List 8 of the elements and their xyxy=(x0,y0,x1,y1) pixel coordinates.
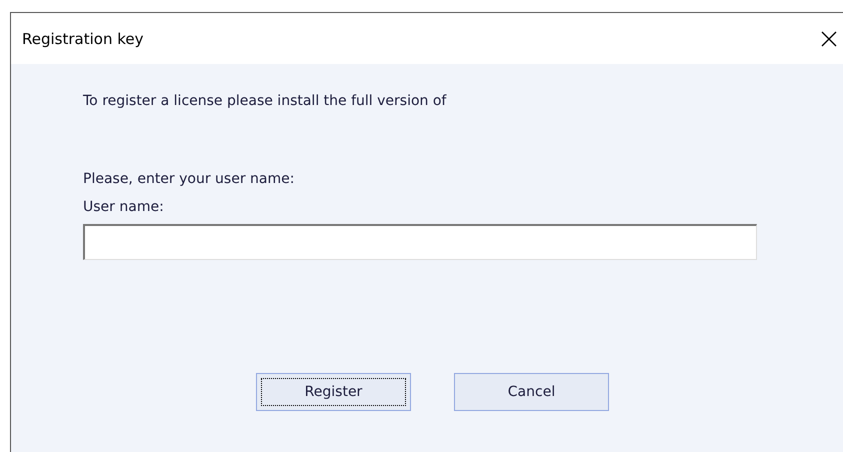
close-icon[interactable] xyxy=(821,30,837,46)
message-text: To register a license please install the full version of xyxy=(83,93,448,109)
prompt-text: Please, enter your user name: xyxy=(83,171,296,187)
field-label: User name: xyxy=(83,199,165,215)
register-button[interactable]: Register xyxy=(256,373,411,411)
cancel-button[interactable]: Cancel xyxy=(454,373,609,411)
user-name-field[interactable] xyxy=(83,224,757,260)
window-title: Registration key xyxy=(22,30,144,48)
